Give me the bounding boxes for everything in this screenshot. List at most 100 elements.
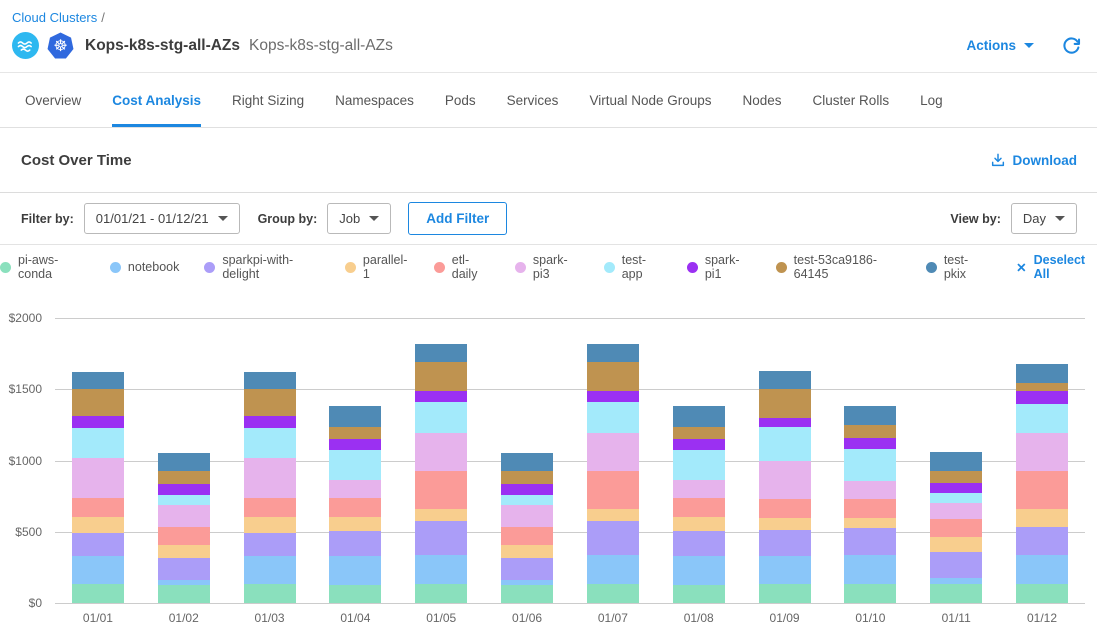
bar-segment-pi-aws-conda	[1016, 584, 1068, 603]
bar-segment-pi-aws-conda	[415, 584, 467, 603]
bar-segment-notebook	[673, 556, 725, 585]
bar-segment-spark-pi1	[415, 391, 467, 402]
bar-segment-parallel-1	[1016, 509, 1068, 528]
legend-item-test-53ca9186-64145[interactable]: test-53ca9186-64145	[776, 253, 901, 281]
bar-segment-sparkpi-with-delight	[587, 521, 639, 554]
date-range-select[interactable]: 01/01/21 - 01/12/21	[84, 203, 240, 234]
bar-segment-parallel-1	[244, 517, 296, 533]
legend-label: spark-pi1	[705, 253, 751, 281]
bar-segment-test-53ca9186-64145	[158, 471, 210, 484]
bar-segment-spark-pi1	[930, 483, 982, 493]
legend-dot	[776, 262, 787, 273]
download-icon	[990, 152, 1006, 168]
legend-item-test-app[interactable]: test-app	[604, 253, 662, 281]
legend-item-pi-aws-conda[interactable]: pi-aws-conda	[0, 253, 85, 281]
tab-log[interactable]: Log	[920, 73, 943, 127]
x-tick-label: 01/02	[141, 611, 227, 625]
bar-segment-test-pkix	[930, 452, 982, 471]
bar-segment-spark-pi1	[673, 439, 725, 450]
tab-right-sizing[interactable]: Right Sizing	[232, 73, 304, 127]
tab-bar: Overview Cost Analysis Right Sizing Namespa…	[0, 73, 1097, 128]
refresh-icon[interactable]	[1062, 36, 1081, 55]
legend-label: etl-daily	[452, 253, 490, 281]
tab-cost-analysis[interactable]: Cost Analysis	[112, 73, 201, 127]
download-label: Download	[1013, 153, 1078, 168]
bar-segment-test-pkix	[1016, 364, 1068, 383]
legend-item-etl-daily[interactable]: etl-daily	[434, 253, 490, 281]
legend-item-notebook[interactable]: notebook	[110, 260, 179, 274]
bar-segment-pi-aws-conda	[329, 585, 381, 603]
tab-virtual-node-groups[interactable]: Virtual Node Groups	[589, 73, 711, 127]
legend-item-parallel-1[interactable]: parallel-1	[345, 253, 409, 281]
bar-segment-etl-daily	[72, 498, 124, 517]
bar-segment-test-app	[759, 427, 811, 460]
bar-segment-test-53ca9186-64145	[844, 425, 896, 438]
stacked-bar	[1016, 364, 1068, 603]
breadcrumb-link-cloud-clusters[interactable]: Cloud Clusters	[12, 10, 97, 25]
legend-label: parallel-1	[363, 253, 409, 281]
bar-segment-sparkpi-with-delight	[72, 533, 124, 556]
bar-segment-spark-pi3	[673, 480, 725, 497]
tab-overview[interactable]: Overview	[25, 73, 81, 127]
legend-dot	[204, 262, 215, 273]
legend-label: test-53ca9186-64145	[794, 253, 901, 281]
legend-dot	[110, 262, 121, 273]
bar-segment-pi-aws-conda	[244, 584, 296, 603]
stacked-bar	[673, 406, 725, 603]
tab-pods[interactable]: Pods	[445, 73, 476, 127]
stacked-bar	[329, 406, 381, 603]
bar-segment-etl-daily	[673, 498, 725, 517]
bar-segment-test-app	[844, 449, 896, 480]
breadcrumb: Cloud Clusters/	[12, 10, 1081, 25]
bar-segment-etl-daily	[244, 498, 296, 517]
group-by-select[interactable]: Job	[327, 203, 391, 234]
legend-dot	[345, 262, 356, 273]
legend-item-sparkpi-with-delight[interactable]: sparkpi-with-delight	[204, 253, 320, 281]
stacked-bar	[759, 371, 811, 603]
bar-segment-test-app	[501, 495, 553, 504]
legend-dot	[926, 262, 937, 273]
bar-segment-test-app	[587, 402, 639, 433]
legend-dot	[687, 262, 698, 273]
section-header: Cost Over Time Download	[0, 128, 1097, 193]
bar-segment-pi-aws-conda	[673, 585, 725, 603]
tab-namespaces[interactable]: Namespaces	[335, 73, 414, 127]
bar-segment-spark-pi3	[244, 458, 296, 497]
deselect-all-button[interactable]: ✕Deselect All	[1016, 253, 1097, 281]
bar-segment-test-53ca9186-64145	[759, 389, 811, 418]
legend-item-spark-pi3[interactable]: spark-pi3	[515, 253, 579, 281]
view-by-select[interactable]: Day	[1011, 203, 1077, 234]
filter-toolbar: Filter by: 01/01/21 - 01/12/21 Group by:…	[0, 193, 1097, 245]
actions-label: Actions	[966, 38, 1016, 53]
x-tick-label: 01/10	[827, 611, 913, 625]
stacked-bar	[501, 453, 553, 603]
bar-segment-pi-aws-conda	[587, 584, 639, 603]
legend-item-spark-pi1[interactable]: spark-pi1	[687, 253, 751, 281]
legend-label: test-app	[622, 253, 662, 281]
bar-segment-test-pkix	[501, 453, 553, 471]
section-title: Cost Over Time	[21, 152, 132, 169]
bar-column-01-03	[227, 318, 313, 603]
tab-nodes[interactable]: Nodes	[743, 73, 782, 127]
bar-column-01-09	[742, 318, 828, 603]
bar-segment-test-app	[329, 450, 381, 481]
download-button[interactable]: Download	[990, 152, 1078, 168]
bar-column-01-01	[55, 318, 141, 603]
x-tick-label: 01/01	[55, 611, 141, 625]
filter-by-label: Filter by:	[21, 212, 74, 226]
bar-segment-notebook	[844, 555, 896, 584]
tab-cluster-rolls[interactable]: Cluster Rolls	[813, 73, 890, 127]
add-filter-button[interactable]: Add Filter	[408, 202, 507, 235]
bar-segment-test-app	[158, 495, 210, 504]
bar-segment-spark-pi1	[329, 439, 381, 450]
bar-column-01-10	[827, 318, 913, 603]
legend-item-test-pkix[interactable]: test-pkix	[926, 253, 985, 281]
bar-segment-spark-pi1	[158, 484, 210, 495]
bar-segment-notebook	[244, 556, 296, 585]
bar-segment-etl-daily	[844, 499, 896, 518]
actions-button[interactable]: Actions	[966, 38, 1034, 53]
legend-label: notebook	[128, 260, 179, 274]
bar-segment-pi-aws-conda	[158, 585, 210, 603]
tab-services[interactable]: Services	[507, 73, 559, 127]
chevron-down-icon	[1055, 216, 1065, 221]
